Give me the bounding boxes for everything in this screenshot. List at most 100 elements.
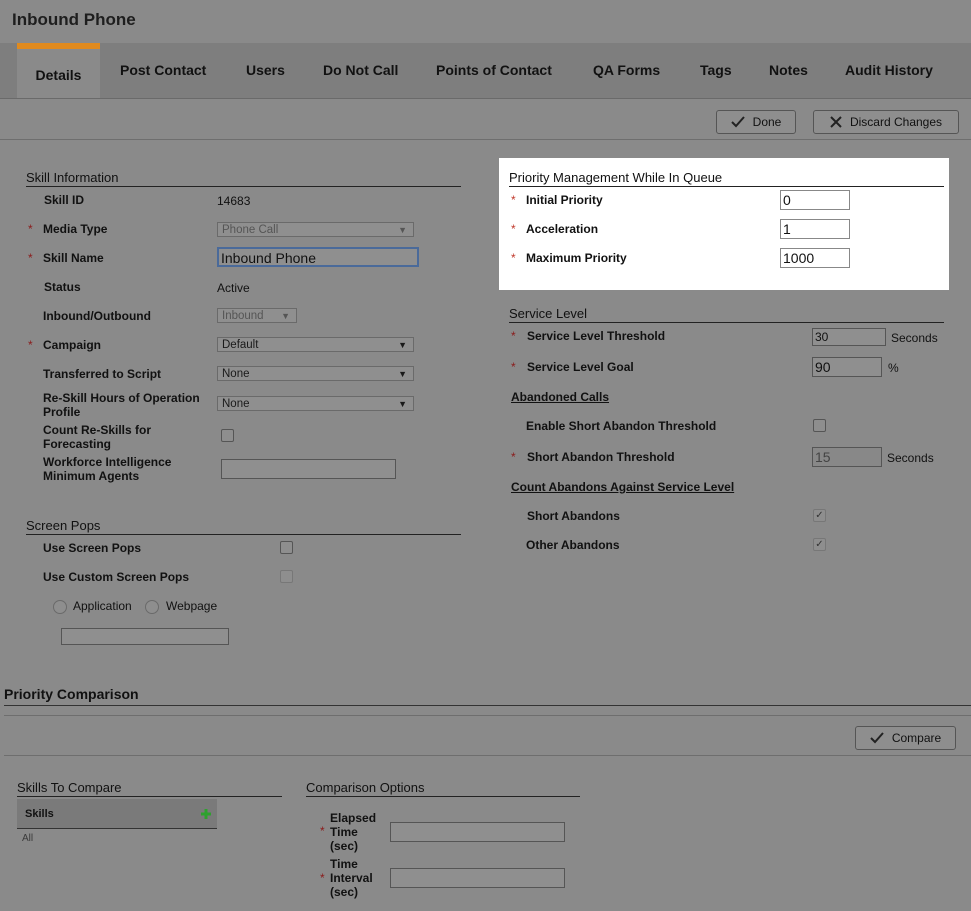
checkmark-icon xyxy=(870,732,884,744)
required-marker: * xyxy=(511,222,516,236)
chevron-down-icon: ▼ xyxy=(398,225,407,235)
chevron-down-icon: ▼ xyxy=(398,369,407,379)
short-abandon-threshold-input[interactable]: 15 xyxy=(812,447,882,467)
required-marker: * xyxy=(320,871,325,885)
short-abandon-threshold-label: Short Abandon Threshold xyxy=(527,450,675,464)
done-button[interactable]: Done xyxy=(716,110,796,134)
enable-short-abandon-checkbox[interactable] xyxy=(813,419,826,432)
goal-unit: % xyxy=(888,361,899,375)
tab-details[interactable]: Details xyxy=(17,43,100,98)
media-type-select[interactable]: Phone Call ▼ xyxy=(217,222,414,237)
priority-comparison-heading: Priority Comparison xyxy=(4,686,139,702)
screen-pop-url-input[interactable] xyxy=(61,628,229,645)
tab-bar: Details Post Contact Users Do Not Call P… xyxy=(0,43,971,99)
required-marker: * xyxy=(320,824,325,838)
page-title: Inbound Phone xyxy=(12,10,136,29)
count-reskills-checkbox[interactable] xyxy=(221,429,234,442)
required-marker: * xyxy=(511,329,516,343)
tab-points-of-contact[interactable]: Points of Contact xyxy=(436,43,552,98)
tab-audit-history[interactable]: Audit History xyxy=(845,43,933,98)
webpage-label: Webpage xyxy=(166,599,218,613)
application-radio[interactable] xyxy=(53,600,67,614)
media-type-value: Phone Call xyxy=(222,224,279,236)
priority-management-heading: Priority Management While In Queue xyxy=(509,170,944,187)
wfi-minimum-agents-label: Workforce Intelligence Minimum Agents xyxy=(43,455,172,483)
webpage-radio[interactable] xyxy=(145,600,159,614)
transferred-to-script-select[interactable]: None ▼ xyxy=(217,366,414,381)
skills-to-compare-heading: Skills To Compare xyxy=(17,780,282,797)
count-reskills-label: Count Re-Skills for Forecasting xyxy=(43,423,152,451)
reskill-hours-value: None xyxy=(222,398,250,410)
threshold-unit: Seconds xyxy=(891,331,938,345)
maximum-priority-label: Maximum Priority xyxy=(526,251,627,265)
required-marker: * xyxy=(511,193,516,207)
media-type-label: Media Type xyxy=(43,222,108,236)
abandoned-calls-heading: Abandoned Calls xyxy=(511,390,610,404)
elapsed-time-label: Elapsed Time (sec) xyxy=(330,811,377,853)
tab-notes[interactable]: Notes xyxy=(769,43,808,98)
reskill-hours-label: Re-Skill Hours of Operation Profile xyxy=(43,391,200,419)
skill-id-label: Skill ID xyxy=(44,193,85,207)
short-threshold-unit: Seconds xyxy=(887,451,934,465)
enable-short-abandon-label: Enable Short Abandon Threshold xyxy=(526,419,717,433)
tab-qa-forms[interactable]: QA Forms xyxy=(593,43,660,98)
other-abandons-label: Other Abandons xyxy=(526,538,620,552)
discard-changes-button[interactable]: Discard Changes xyxy=(813,110,959,134)
use-custom-screen-pops-label: Use Custom Screen Pops xyxy=(43,570,190,584)
required-marker: * xyxy=(511,251,516,265)
add-skill-icon[interactable] xyxy=(200,808,212,820)
use-screen-pops-checkbox[interactable] xyxy=(280,541,293,554)
acceleration-label: Acceleration xyxy=(526,222,599,236)
reskill-hours-select[interactable]: None ▼ xyxy=(217,396,414,411)
inbound-outbound-label: Inbound/Outbound xyxy=(43,309,151,323)
initial-priority-label: Initial Priority xyxy=(526,193,603,207)
application-label: Application xyxy=(73,599,132,613)
elapsed-time-input[interactable] xyxy=(390,822,565,842)
compare-button[interactable]: Compare xyxy=(855,726,956,750)
service-level-heading: Service Level xyxy=(509,306,944,323)
skill-name-label: Skill Name xyxy=(43,251,104,265)
required-marker: * xyxy=(28,251,33,265)
toolbar-divider xyxy=(0,139,971,140)
skill-id-value: 14683 xyxy=(217,194,251,208)
short-abandons-checkbox[interactable]: ✓ xyxy=(813,509,826,522)
acceleration-input[interactable]: 1 xyxy=(780,219,850,239)
chevron-down-icon: ▼ xyxy=(281,311,290,321)
required-marker: * xyxy=(28,338,33,352)
divider xyxy=(4,755,971,756)
skill-information-heading: Skill Information xyxy=(26,170,461,187)
service-level-goal-label: Service Level Goal xyxy=(527,360,634,374)
chevron-down-icon: ▼ xyxy=(398,340,407,350)
wfi-minimum-agents-input[interactable] xyxy=(221,459,396,479)
divider xyxy=(4,715,971,716)
checkmark-icon: ✓ xyxy=(815,539,824,550)
screen-pops-heading: Screen Pops xyxy=(26,518,461,535)
done-label: Done xyxy=(752,115,782,129)
service-level-threshold-input[interactable]: 30 xyxy=(812,328,886,346)
status-label: Status xyxy=(44,280,81,294)
inbound-outbound-select[interactable]: Inbound ▼ xyxy=(217,308,297,323)
maximum-priority-input[interactable]: 1000 xyxy=(780,248,850,268)
time-interval-input[interactable] xyxy=(390,868,565,888)
use-custom-screen-pops-checkbox[interactable] xyxy=(280,570,293,583)
skill-name-input[interactable]: Inbound Phone xyxy=(217,247,419,267)
status-value: Active xyxy=(217,281,250,295)
checkmark-icon: ✓ xyxy=(815,510,824,521)
other-abandons-checkbox[interactable]: ✓ xyxy=(813,538,826,551)
tab-post-contact[interactable]: Post Contact xyxy=(120,43,206,98)
initial-priority-input[interactable]: 0 xyxy=(780,190,850,210)
service-level-threshold-label: Service Level Threshold xyxy=(527,329,666,343)
inbound-outbound-value: Inbound xyxy=(222,310,264,322)
campaign-value: Default xyxy=(222,339,259,351)
tab-do-not-call[interactable]: Do Not Call xyxy=(323,43,398,98)
tab-tags[interactable]: Tags xyxy=(700,43,732,98)
priority-comparison-divider xyxy=(4,705,971,706)
required-marker: * xyxy=(511,360,516,374)
count-abandons-heading: Count Abandons Against Service Level xyxy=(511,480,735,494)
required-marker: * xyxy=(511,450,516,464)
campaign-select[interactable]: Default ▼ xyxy=(217,337,414,352)
service-level-goal-input[interactable]: 90 xyxy=(812,357,882,377)
skills-all-item[interactable]: All xyxy=(22,833,33,844)
chevron-down-icon: ▼ xyxy=(398,399,407,409)
tab-users[interactable]: Users xyxy=(246,43,285,98)
